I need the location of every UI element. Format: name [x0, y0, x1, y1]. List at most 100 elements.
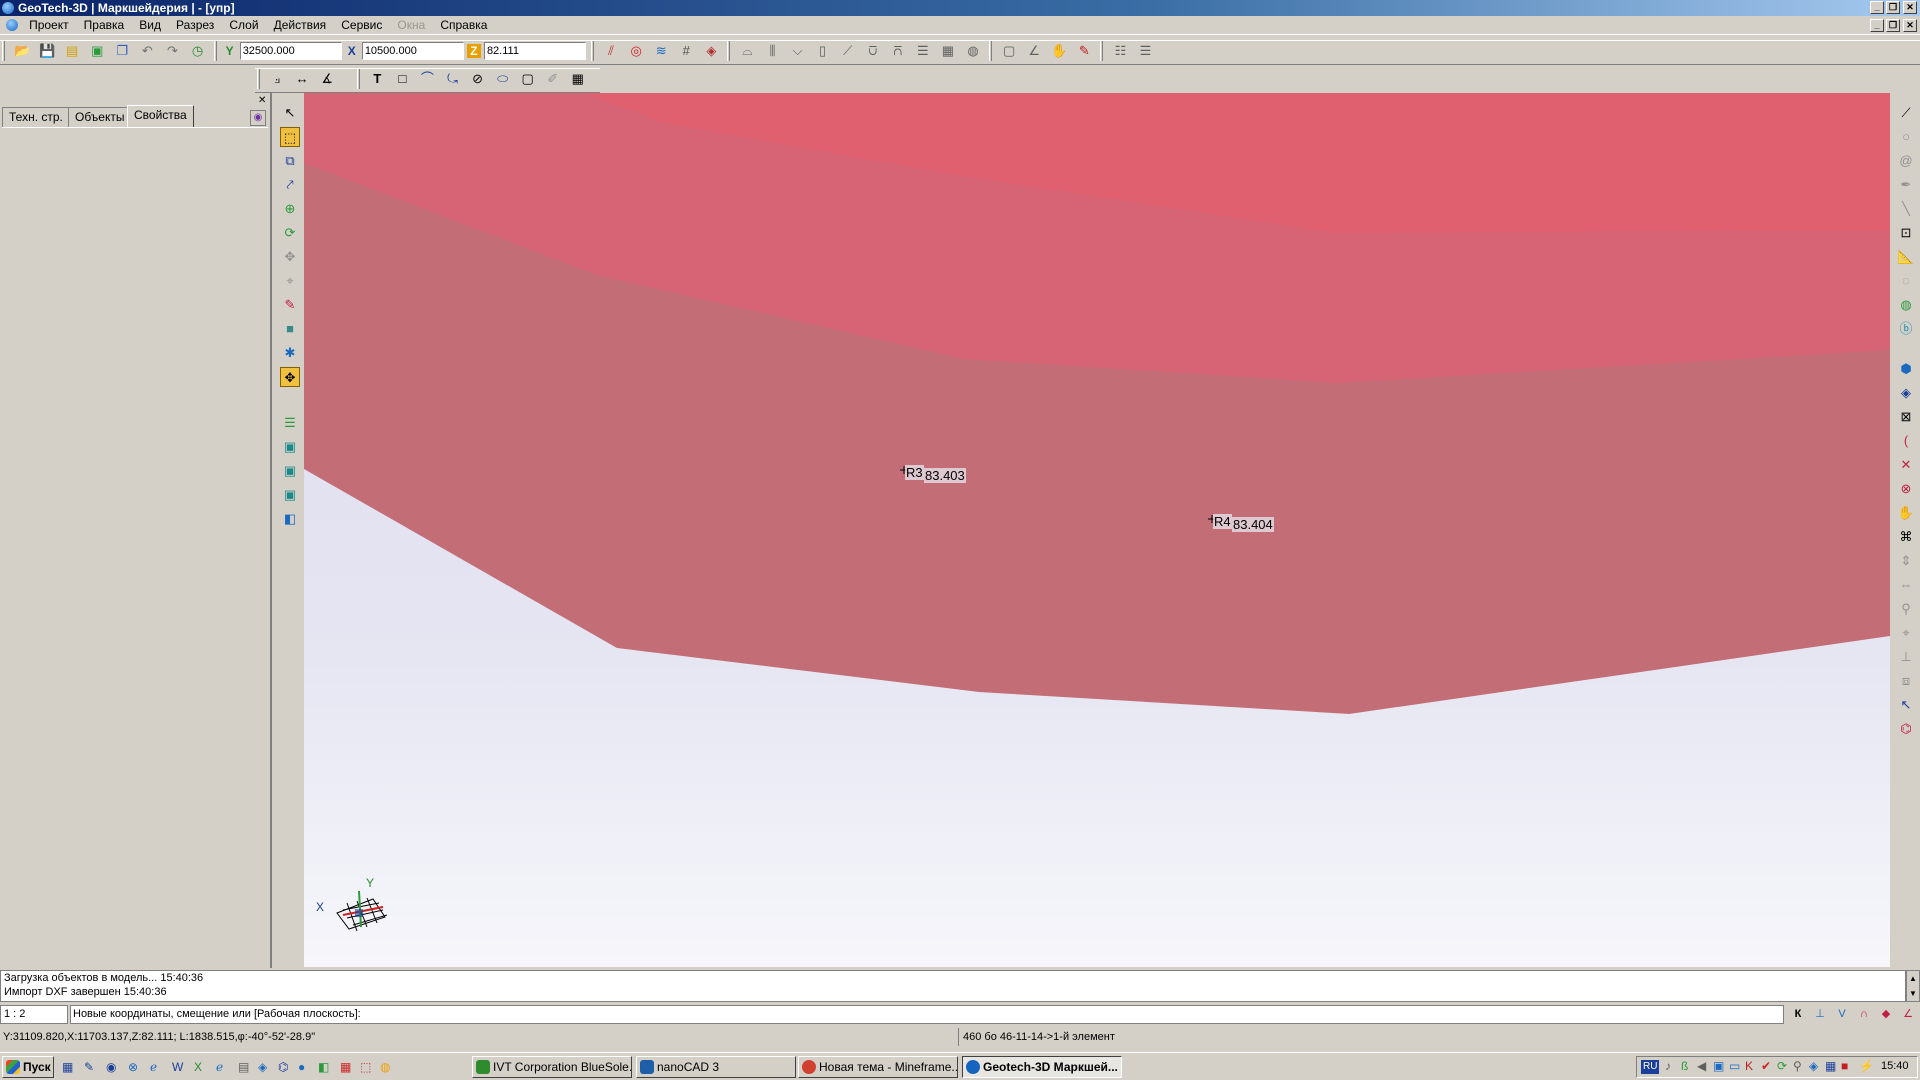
edit-icon[interactable]: ✐ [543, 69, 563, 89]
toolbar-grip[interactable] [213, 41, 217, 61]
document-icon[interactable] [6, 19, 18, 31]
tray-check-icon[interactable]: ✔ [1761, 1059, 1771, 1073]
ruler-icon[interactable]: 📐 [1896, 247, 1916, 267]
strata-icon[interactable]: ☰ [913, 41, 933, 61]
snap-angle-button[interactable]: ∠ [1898, 1005, 1918, 1024]
spiral-icon[interactable]: @ [1896, 151, 1916, 171]
fill-square-icon[interactable]: ■ [280, 319, 300, 339]
polyline-icon[interactable]: ⤿ [443, 69, 463, 89]
menu-layer[interactable]: Слой [223, 16, 264, 35]
quicklaunch-notepad-icon[interactable]: ▤ [238, 1060, 249, 1074]
command-input[interactable]: Новые координаты, смещение или [Рабочая … [70, 1005, 1784, 1024]
horizontal-arrows-icon[interactable]: ⇔ [1896, 575, 1916, 595]
select-object-icon[interactable]: ⧉ [280, 151, 300, 171]
info-icon[interactable]: ⓑ [1896, 319, 1916, 339]
doc-minimize-button[interactable]: _ [1870, 19, 1884, 32]
redo-icon[interactable]: ↷ [162, 41, 182, 61]
pit-icon[interactable]: ⩂ [863, 41, 883, 61]
quicklaunch-word-icon[interactable]: W [172, 1060, 183, 1074]
tray-display-icon[interactable]: ▦ [1825, 1059, 1836, 1073]
tab-properties[interactable]: Свойства [127, 105, 194, 127]
solid-icon[interactable]: ◧ [280, 509, 300, 529]
pin-icon[interactable]: ⚲ [1896, 599, 1916, 619]
toolbar-grip[interactable] [989, 41, 993, 61]
select-window-icon[interactable]: ⬚ [280, 127, 300, 147]
open-folder-icon[interactable]: 📂 [12, 41, 32, 61]
circle-icon[interactable]: ⊘ [468, 69, 488, 89]
close-button[interactable]: ✕ [1903, 1, 1917, 14]
orbit-icon[interactable]: ◈ [1896, 383, 1916, 403]
doc-close-button[interactable]: ✕ [1903, 19, 1917, 32]
layer-stack-icon[interactable]: ≋ [651, 41, 671, 61]
surface-icon[interactable]: ◈ [701, 41, 721, 61]
undo-icon[interactable]: ↶ [137, 41, 157, 61]
tray-antivirus-icon[interactable]: K [1745, 1059, 1753, 1073]
tab-objects[interactable]: Объекты [68, 107, 132, 127]
hand-tool-icon[interactable]: ✋ [1896, 503, 1916, 523]
quicklaunch-app-icon[interactable]: ◈ [258, 1060, 267, 1074]
tray-bell-icon[interactable]: ♪ [1665, 1059, 1671, 1073]
snap-icon[interactable]: ⟓ [267, 69, 287, 89]
trim-icon[interactable]: ⌖ [1896, 623, 1916, 643]
menu-project[interactable]: Проект [23, 16, 75, 35]
clock-icon[interactable]: ◷ [188, 41, 208, 61]
snap-v-button[interactable]: V [1832, 1005, 1852, 1024]
menu-section[interactable]: Разрез [170, 16, 220, 35]
tray-bluetooth-icon[interactable]: ß [1681, 1059, 1688, 1073]
hand-icon[interactable]: ✋ [1049, 41, 1069, 61]
sphere-icon[interactable]: ◌ [1896, 271, 1916, 291]
borehole-icon[interactable]: ▯ [813, 41, 833, 61]
extend-icon[interactable]: ⊥ [1896, 647, 1916, 667]
tab-tech-structure[interactable]: Техн. стр. [2, 107, 70, 127]
scale-field[interactable]: 1 : 2 [0, 1005, 68, 1024]
text-icon[interactable]: T [367, 69, 387, 89]
arc-icon[interactable]: ⌒ [417, 69, 437, 89]
pen-icon[interactable]: ✒ [1896, 175, 1916, 195]
layers-icon[interactable]: ▤ [62, 41, 82, 61]
snap-k-button[interactable]: К [1788, 1005, 1808, 1024]
y-coordinate-input[interactable]: 32500.000 [239, 42, 342, 60]
pan-icon[interactable]: ✥ [280, 247, 300, 267]
cross-box-icon[interactable]: ⊠ [1896, 407, 1916, 427]
circle-tool-icon[interactable]: ○ [1896, 127, 1916, 147]
model-icon[interactable]: ▣ [87, 41, 107, 61]
doc-restore-button[interactable]: ❐ [1886, 19, 1900, 32]
bench-icon[interactable]: ⩃ [888, 41, 908, 61]
toolbar-grip[interactable] [2, 41, 5, 61]
panel-options-icon[interactable]: ◉ [250, 110, 266, 126]
tray-volume-icon[interactable]: ◀ [1697, 1059, 1706, 1073]
app-icon[interactable] [2, 2, 14, 14]
add-point-icon[interactable]: ⊕ [280, 199, 300, 219]
offset-icon[interactable]: ⧈ [1896, 671, 1916, 691]
menu-actions[interactable]: Действия [268, 16, 333, 35]
save-icon[interactable]: 💾 [37, 41, 57, 61]
edit-node-icon[interactable]: ⌖ [280, 271, 300, 291]
snap-perpendicular-button[interactable]: ⊥ [1810, 1005, 1830, 1024]
block-icon[interactable]: ▦ [938, 41, 958, 61]
toolbar-grip[interactable] [591, 41, 594, 61]
angle-icon[interactable]: ∠ [1024, 41, 1044, 61]
measure-icon[interactable]: ⟋ [1896, 103, 1916, 123]
quicklaunch-network-icon[interactable]: ⌬ [278, 1060, 288, 1074]
task-bluesoleil[interactable]: IVT Corporation BlueSole... [472, 1056, 632, 1078]
task-geotech[interactable]: Geotech-3D Маркшей... [962, 1056, 1122, 1078]
menu-view[interactable]: Вид [133, 16, 167, 35]
tray-sync-icon[interactable]: ⟳ [1777, 1059, 1787, 1073]
task-nanocad[interactable]: nanoCAD 3 [636, 1056, 796, 1078]
frame-icon[interactable]: ▢ [999, 41, 1019, 61]
snowflake-icon[interactable]: ✱ [280, 343, 300, 363]
table-icon[interactable]: ▦ [568, 69, 588, 89]
tray-power-icon[interactable]: ⚡ [1859, 1059, 1874, 1073]
rectangle-icon[interactable]: □ [392, 69, 412, 89]
cube-side-icon[interactable]: ▣ [280, 485, 300, 505]
quicklaunch-media-icon[interactable]: ◉ [106, 1060, 116, 1074]
stamp-icon[interactable]: ⌘ [1896, 527, 1916, 547]
ellipse-icon[interactable]: ⬭ [493, 69, 513, 89]
intersect-icon[interactable]: ✕ [1896, 455, 1916, 475]
z-coordinate-input[interactable]: 82.111 [483, 42, 586, 60]
panel-close-icon[interactable]: ✕ [258, 95, 266, 106]
toolbar-grip[interactable] [727, 41, 731, 61]
log-scrollbar[interactable]: ▲ ▼ [1906, 970, 1920, 1002]
quicklaunch-red-icon[interactable]: ▦ [340, 1060, 351, 1074]
menu-help[interactable]: Справка [434, 16, 493, 35]
